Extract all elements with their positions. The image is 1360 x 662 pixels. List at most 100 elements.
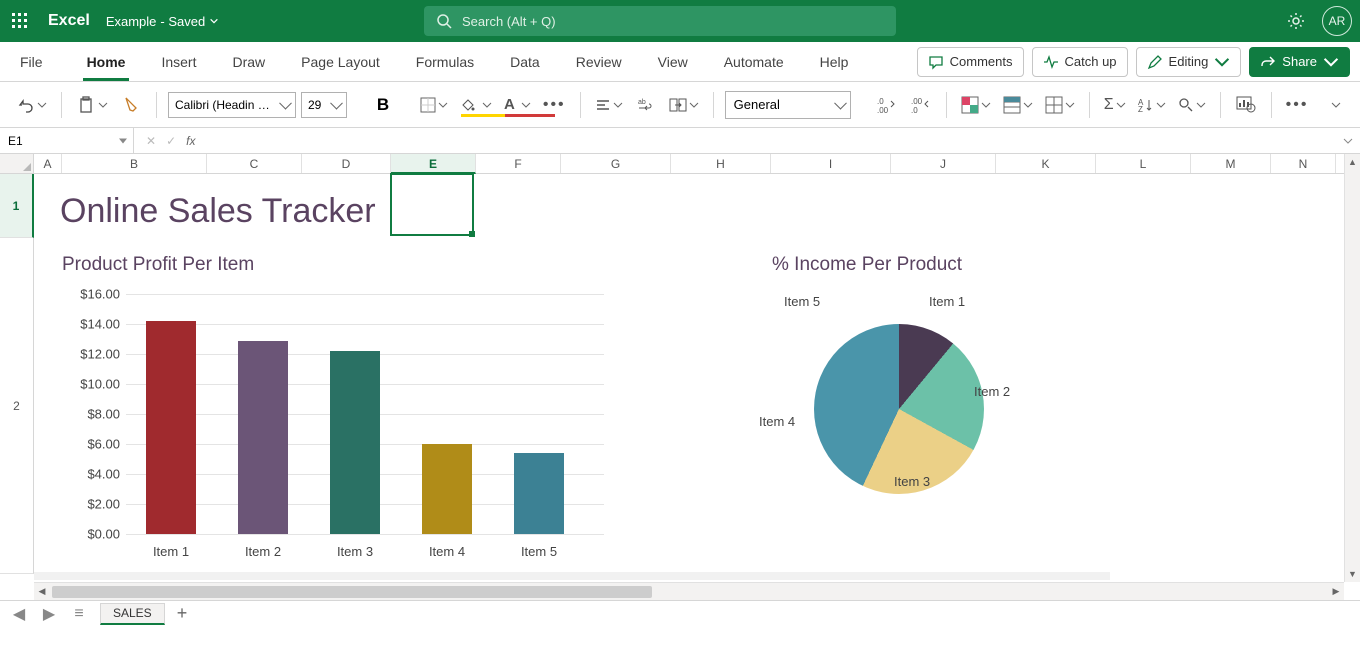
font-size-select[interactable]: 29 (301, 92, 347, 118)
column-header-A[interactable]: A (34, 154, 62, 173)
undo-button[interactable] (14, 90, 50, 120)
chevron-down-icon (482, 100, 492, 110)
comments-button[interactable]: Comments (917, 47, 1024, 77)
column-header-I[interactable]: I (771, 154, 891, 173)
editing-mode-button[interactable]: Editing (1136, 47, 1242, 77)
column-header-K[interactable]: K (996, 154, 1096, 173)
tab-insert[interactable]: Insert (143, 42, 214, 81)
borders-button[interactable] (417, 90, 451, 120)
align-button[interactable] (592, 90, 626, 120)
prev-sheet-button[interactable]: ◀ (10, 605, 28, 623)
merge-button[interactable] (666, 90, 702, 120)
column-header-D[interactable]: D (302, 154, 391, 173)
format-table-button[interactable] (1000, 90, 1036, 120)
document-name-button[interactable]: Example - Saved (106, 14, 219, 29)
tab-draw[interactable]: Draw (214, 42, 283, 81)
cells-area[interactable]: Online Sales Tracker Product Profit Per … (34, 174, 1360, 582)
paste-button[interactable] (73, 90, 111, 120)
search-input[interactable]: Search (Alt + Q) (424, 6, 896, 36)
column-header-B[interactable]: B (62, 154, 207, 173)
ribbon-collapse-button[interactable] (1322, 90, 1350, 120)
search-icon (1178, 97, 1194, 113)
svg-text:.00: .00 (911, 97, 923, 106)
active-cell[interactable] (390, 173, 474, 236)
share-button[interactable]: Share (1249, 47, 1350, 77)
row-header-2[interactable]: 2 (0, 238, 34, 574)
cell-styles-button[interactable] (1042, 90, 1078, 120)
column-header-H[interactable]: H (671, 154, 771, 173)
name-box[interactable]: E1 (0, 128, 134, 153)
add-sheet-button[interactable]: + (177, 603, 188, 624)
pie-label: Item 3 (894, 474, 930, 489)
horizontal-scrollbar[interactable]: ◀ ▶ (34, 582, 1344, 600)
scroll-left-icon[interactable]: ◀ (34, 586, 50, 597)
select-all-corner[interactable] (0, 154, 34, 173)
bar-item-4 (422, 444, 472, 534)
account-avatar[interactable]: AR (1322, 6, 1352, 36)
chevron-down-icon (1343, 136, 1353, 146)
tab-review[interactable]: Review (558, 42, 640, 81)
fx-icon[interactable]: fx (186, 134, 195, 148)
settings-button[interactable] (1282, 7, 1310, 35)
format-painter-button[interactable] (117, 90, 145, 120)
bold-button[interactable]: B (369, 90, 397, 120)
column-header-E[interactable]: E (391, 154, 476, 174)
column-header-G[interactable]: G (561, 154, 671, 173)
scroll-right-icon[interactable]: ▶ (1328, 586, 1344, 597)
bucket-icon (460, 97, 476, 113)
wrap-text-button[interactable]: ab (632, 90, 660, 120)
tab-file[interactable]: File (20, 42, 69, 81)
find-button[interactable] (1175, 90, 1209, 120)
increase-decimal-button[interactable]: .0.00 (873, 90, 901, 120)
tab-formulas[interactable]: Formulas (398, 42, 492, 81)
analyze-icon (1236, 96, 1256, 114)
column-header-C[interactable]: C (207, 154, 302, 173)
formula-bar: E1 ✕ ✓ fx (0, 128, 1360, 154)
column-header-N[interactable]: N (1271, 154, 1336, 173)
cancel-formula-icon[interactable]: ✕ (146, 134, 156, 148)
tab-automate[interactable]: Automate (706, 42, 802, 81)
row-header-1[interactable]: 1 (0, 174, 34, 238)
column-header-L[interactable]: L (1096, 154, 1191, 173)
catchup-button[interactable]: Catch up (1032, 47, 1128, 77)
all-sheets-button[interactable]: ≡ (70, 605, 88, 623)
chevron-down-icon (1156, 100, 1166, 110)
pencil-icon (1147, 54, 1163, 70)
ribbon: Calibri (Headin … 29 B A ••• ab General … (0, 82, 1360, 128)
column-header-M[interactable]: M (1191, 154, 1271, 173)
formula-bar-expand-button[interactable] (1336, 136, 1360, 146)
bar-chart-title: Product Profit Per Item (62, 254, 254, 276)
tab-page-layout[interactable]: Page Layout (283, 42, 398, 81)
tab-data[interactable]: Data (492, 42, 558, 81)
app-launcher-button[interactable] (0, 0, 40, 42)
document-saved-suffix: - Saved (160, 14, 205, 29)
number-format-select[interactable]: General (725, 91, 851, 119)
app-name: Excel (48, 12, 90, 30)
chevron-down-icon (438, 100, 448, 110)
fill-color-button[interactable] (457, 90, 495, 120)
enter-formula-icon[interactable]: ✓ (166, 134, 176, 148)
scroll-down-icon[interactable]: ▼ (1345, 566, 1360, 582)
tab-view[interactable]: View (640, 42, 706, 81)
sheet-tab-sales[interactable]: SALES (100, 603, 165, 625)
scroll-thumb[interactable] (52, 586, 652, 598)
autosum-button[interactable]: Σ (1101, 90, 1129, 120)
vertical-scrollbar[interactable]: ▲ ▼ (1344, 154, 1360, 582)
column-header-F[interactable]: F (476, 154, 561, 173)
analyze-data-button[interactable] (1232, 90, 1260, 120)
formula-input[interactable] (207, 128, 1336, 153)
tab-home[interactable]: Home (69, 42, 144, 81)
column-header-J[interactable]: J (891, 154, 996, 173)
scroll-up-icon[interactable]: ▲ (1345, 154, 1360, 170)
font-color-button[interactable]: A (501, 90, 534, 120)
tab-help[interactable]: Help (802, 42, 867, 81)
decrease-decimal-button[interactable]: .00.0 (907, 90, 935, 120)
next-sheet-button[interactable]: ▶ (40, 605, 58, 623)
ribbon-more-button[interactable]: ••• (1283, 90, 1312, 120)
conditional-formatting-button[interactable] (958, 90, 994, 120)
sort-filter-button[interactable]: AZ (1135, 90, 1169, 120)
svg-text:ab: ab (638, 99, 646, 106)
font-select[interactable]: Calibri (Headin … (168, 92, 296, 118)
wrap-icon: ab (637, 96, 655, 114)
pulse-icon (1043, 54, 1059, 70)
